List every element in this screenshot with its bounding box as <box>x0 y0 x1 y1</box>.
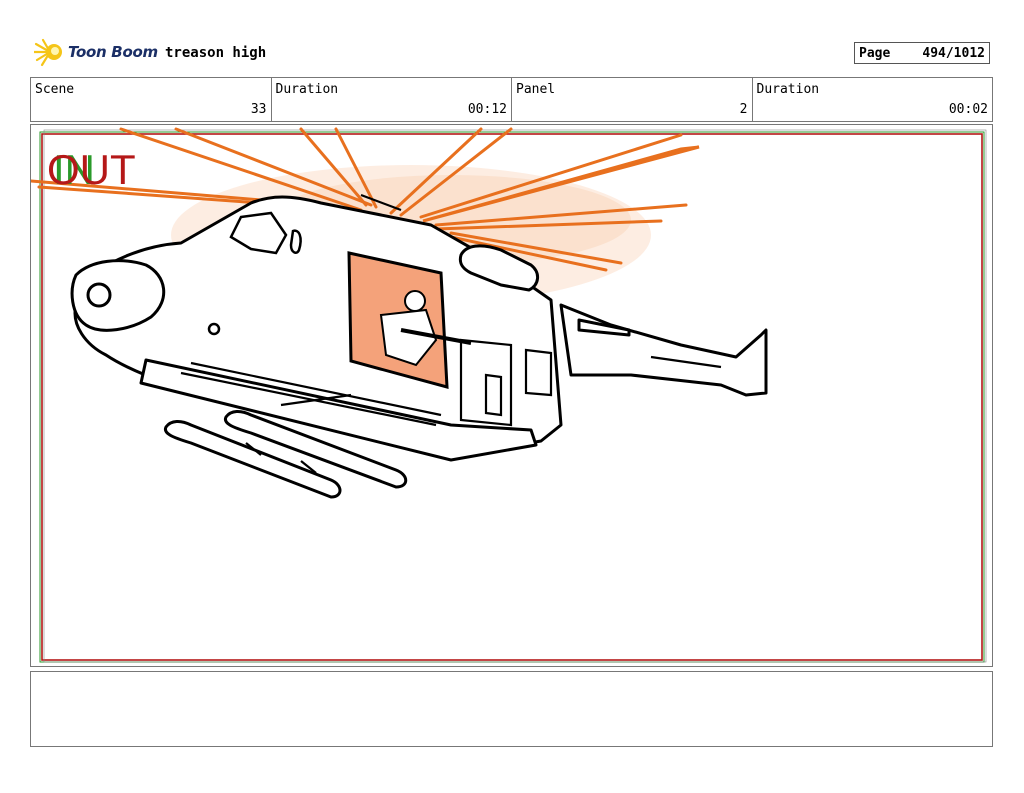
panel-info-row: Scene 33 Duration 00:12 Panel 2 Duration… <box>30 77 993 122</box>
scene-value: 33 <box>250 102 267 117</box>
logo-text: Toon Boom <box>68 43 158 61</box>
scene-duration-value: 00:12 <box>467 102 507 117</box>
scene-label: Scene <box>35 82 75 97</box>
storyboard-panel-frame: IN OUT <box>30 124 993 667</box>
helicopter-drawing <box>31 127 987 663</box>
scene-cell: Scene 33 <box>31 78 272 121</box>
panel-duration-label: Duration <box>756 82 820 97</box>
out-marker: OUT <box>47 146 136 193</box>
panel-notes-box[interactable] <box>30 671 993 747</box>
panel-duration-value: 00:02 <box>948 102 988 117</box>
panel-cell: Panel 2 <box>512 78 753 121</box>
page-counter: Page 494/1012 <box>854 42 990 64</box>
panel-duration-cell: Duration 00:02 <box>753 78 993 121</box>
project-title: treason high <box>165 45 267 61</box>
panel-value: 2 <box>739 102 748 117</box>
panel-label: Panel <box>516 82 556 97</box>
scene-duration-cell: Duration 00:12 <box>272 78 512 121</box>
page-value: 494/1012 <box>922 45 985 61</box>
scene-duration-label: Duration <box>275 82 339 97</box>
page-label: Page <box>859 45 891 61</box>
